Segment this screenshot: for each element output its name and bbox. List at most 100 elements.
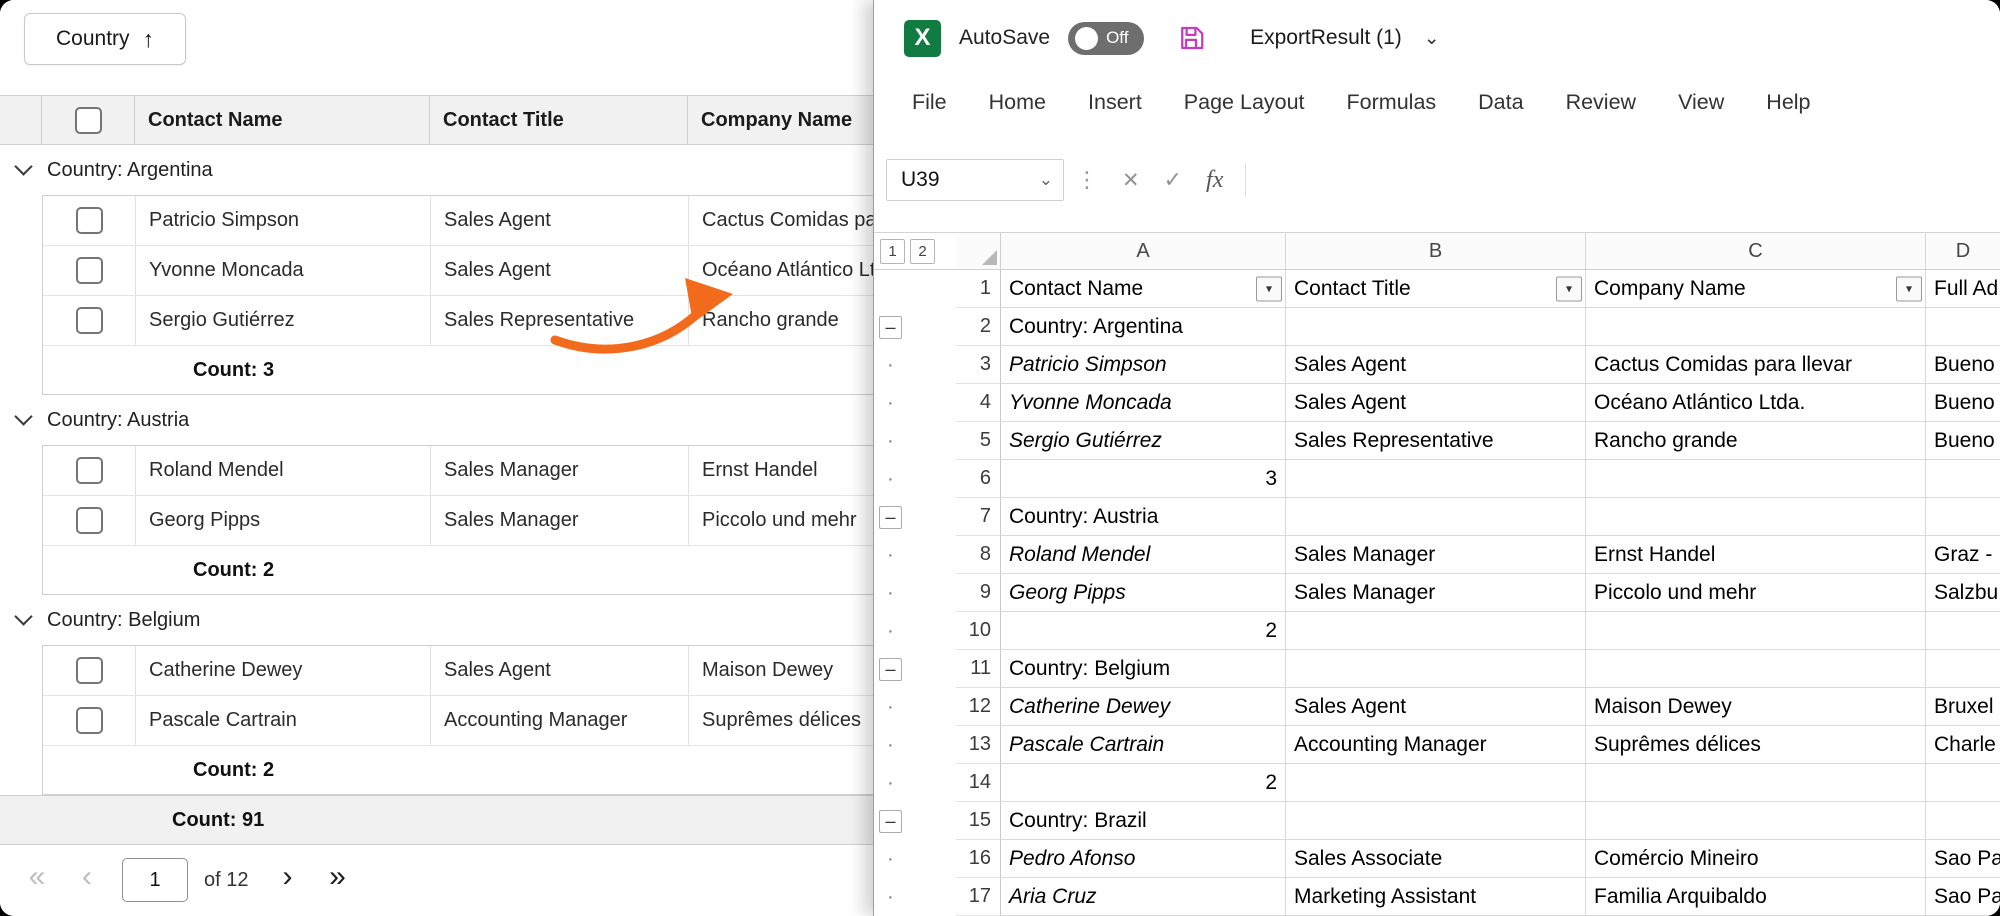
chevron-down-icon[interactable]	[14, 407, 32, 425]
tab-view[interactable]: View	[1678, 90, 1724, 115]
insert-function-icon[interactable]: fx	[1206, 167, 1223, 194]
sheet-cell[interactable]: Full Ad	[1926, 270, 2000, 308]
tab-help[interactable]: Help	[1766, 90, 1810, 115]
sheet-cell[interactable]	[1926, 612, 2000, 650]
tab-review[interactable]: Review	[1566, 90, 1637, 115]
row-number[interactable]: 17	[956, 878, 1001, 916]
sheet-cell[interactable]: 2	[1001, 764, 1286, 802]
sheet-cell[interactable]: Océano Atlántico Ltda.	[1586, 384, 1926, 422]
save-icon[interactable]	[1176, 23, 1206, 53]
sheet-cell[interactable]: Sales Representative	[1286, 422, 1586, 460]
sheet-cell[interactable]: 2	[1001, 612, 1286, 650]
sheet-cell[interactable]: Sales Manager	[1286, 536, 1586, 574]
outline-level-2-button[interactable]: 2	[910, 239, 935, 264]
sheet-cell[interactable]: Pascale Cartrain	[1001, 726, 1286, 764]
row-checkbox[interactable]	[76, 507, 103, 534]
sheet-cell[interactable]	[1286, 650, 1586, 688]
sheet-cell[interactable]: Rancho grande	[1586, 422, 1926, 460]
column-header-b[interactable]: B	[1286, 233, 1586, 269]
workbook-title-chevron-icon[interactable]: ⌄	[1424, 27, 1440, 50]
sheet-cell[interactable]: Contact Name▾	[1001, 270, 1286, 308]
sheet-cell[interactable]	[1286, 612, 1586, 650]
sheet-cell[interactable]: Pedro Afonso	[1001, 840, 1286, 878]
sheet-cell[interactable]: Salzbu	[1926, 574, 2000, 612]
select-all-corner[interactable]	[956, 233, 1001, 269]
sheet-cell[interactable]: Comércio Mineiro	[1586, 840, 1926, 878]
row-number[interactable]: 11	[956, 650, 1001, 688]
filter-dropdown-button[interactable]: ▾	[1256, 276, 1282, 301]
row-number[interactable]: 7	[956, 498, 1001, 536]
sheet-cell[interactable]	[1586, 802, 1926, 840]
sheet-cell[interactable]: Bueno	[1926, 346, 2000, 384]
sheet-cell[interactable]: Sales Agent	[1286, 688, 1586, 726]
sheet-cell[interactable]: Catherine Dewey	[1001, 688, 1286, 726]
sheet-cell[interactable]	[1286, 802, 1586, 840]
sheet-cell[interactable]: Familia Arquibaldo	[1586, 878, 1926, 916]
row-number[interactable]: 3	[956, 346, 1001, 384]
first-page-button[interactable]: «	[16, 858, 58, 902]
row-number[interactable]: 13	[956, 726, 1001, 764]
group-header-row[interactable]: Country: Argentina	[0, 145, 876, 195]
tab-data[interactable]: Data	[1478, 90, 1523, 115]
sheet-cell[interactable]: Georg Pipps	[1001, 574, 1286, 612]
sheet-cell[interactable]: Cactus Comidas para llevar	[1586, 346, 1926, 384]
tab-home[interactable]: Home	[989, 90, 1046, 115]
table-row[interactable]: Pascale CartrainAccounting ManagerSuprêm…	[43, 696, 876, 746]
row-checkbox[interactable]	[76, 307, 103, 334]
column-header-company-name[interactable]: Company Name	[688, 96, 876, 144]
table-row[interactable]: Georg PippsSales ManagerPiccolo und mehr	[43, 496, 876, 546]
row-number[interactable]: 6	[956, 460, 1001, 498]
sheet-cell[interactable]: Charle	[1926, 726, 2000, 764]
sheet-cell[interactable]	[1926, 802, 2000, 840]
sheet-cell[interactable]: Ernst Handel	[1586, 536, 1926, 574]
row-number[interactable]: 8	[956, 536, 1001, 574]
row-checkbox[interactable]	[76, 207, 103, 234]
group-header-row[interactable]: Country: Austria	[0, 395, 876, 445]
select-all-checkbox[interactable]	[75, 107, 102, 134]
sheet-cell[interactable]: Bueno	[1926, 384, 2000, 422]
sheet-cell[interactable]	[1286, 460, 1586, 498]
sheet-cell[interactable]: Marketing Assistant	[1286, 878, 1586, 916]
sort-ascending-icon[interactable]: ↑	[143, 26, 155, 53]
table-row[interactable]: Roland MendelSales ManagerErnst Handel	[43, 446, 876, 496]
filter-dropdown-button[interactable]: ▾	[1896, 276, 1922, 301]
sheet-cell[interactable]	[1926, 764, 2000, 802]
cancel-icon[interactable]: ✕	[1122, 168, 1140, 193]
sheet-cell[interactable]: Country: Belgium	[1001, 650, 1286, 688]
sheet-cell[interactable]: Suprêmes délices	[1586, 726, 1926, 764]
name-box[interactable]: U39 ⌄	[886, 159, 1064, 201]
sheet-cell[interactable]: Company Name▾	[1586, 270, 1926, 308]
row-number[interactable]: 12	[956, 688, 1001, 726]
outline-collapse-button[interactable]: –	[879, 810, 902, 833]
column-header-contact-name[interactable]: Contact Name	[135, 96, 430, 144]
sheet-cell[interactable]: Roland Mendel	[1001, 536, 1286, 574]
sheet-cell[interactable]: Sales Manager	[1286, 574, 1586, 612]
sheet-cell[interactable]: Sergio Gutiérrez	[1001, 422, 1286, 460]
tab-page-layout[interactable]: Page Layout	[1184, 90, 1305, 115]
sheet-cell[interactable]: Patricio Simpson	[1001, 346, 1286, 384]
chevron-down-icon[interactable]	[14, 607, 32, 625]
sheet-cell[interactable]: Accounting Manager	[1286, 726, 1586, 764]
column-header-c[interactable]: C	[1586, 233, 1926, 269]
last-page-button[interactable]: »	[316, 858, 358, 902]
sheet-cell[interactable]: Contact Title▾	[1286, 270, 1586, 308]
row-checkbox[interactable]	[76, 707, 103, 734]
row-number[interactable]: 2	[956, 308, 1001, 346]
name-box-chevron-icon[interactable]: ⌄	[1039, 170, 1053, 190]
table-row[interactable]: Patricio SimpsonSales AgentCactus Comida…	[43, 196, 876, 246]
row-number[interactable]: 5	[956, 422, 1001, 460]
chevron-down-icon[interactable]	[14, 157, 32, 175]
row-checkbox[interactable]	[76, 257, 103, 284]
sheet-cell[interactable]: Sales Agent	[1286, 346, 1586, 384]
sheet-cell[interactable]	[1586, 460, 1926, 498]
row-checkbox[interactable]	[76, 457, 103, 484]
group-header-row[interactable]: Country: Belgium	[0, 595, 876, 645]
row-number[interactable]: 10	[956, 612, 1001, 650]
column-header-d[interactable]: D	[1926, 233, 2000, 269]
sheet-cell[interactable]: Graz -	[1926, 536, 2000, 574]
row-checkbox[interactable]	[76, 657, 103, 684]
sheet-cell[interactable]: Bueno	[1926, 422, 2000, 460]
prev-page-button[interactable]: ‹	[66, 858, 108, 902]
sheet-cell[interactable]	[1926, 498, 2000, 536]
outline-collapse-button[interactable]: –	[879, 316, 902, 339]
